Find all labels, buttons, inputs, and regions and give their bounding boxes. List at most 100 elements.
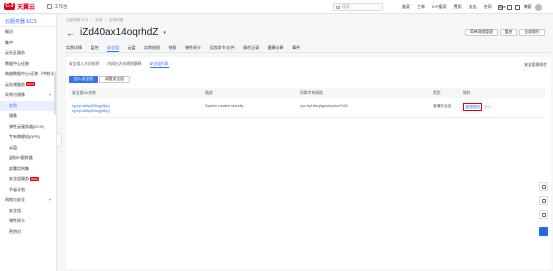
brand-logo[interactable]: C-3 天翼云 [4,2,35,12]
table-row: sg-bp1abfqd93eqjpf8yrj sg-bp1abfqd93eqjp… [69,100,545,118]
tab[interactable]: 弹性网卡 [185,44,201,52]
sidebar-item-label: 专有物理机(DPS) [9,134,40,139]
sidebar-item[interactable]: 云盘 [0,143,56,154]
sub-tabs: 安全组入方向规则 内网出方向规则解释 安全组列表 [69,61,177,68]
rule-link[interactable]: 安全组规则栏 [524,63,547,68]
tab[interactable]: 事件 [292,44,300,52]
sidebar-item[interactable]: 专有物理机(DPS) [0,132,56,143]
sidebar-group[interactable]: 实例与镜像 ▾ [0,90,56,101]
workspace-link[interactable]: 工作台 [47,4,68,10]
type-cell: 普通安全组 [433,104,451,108]
back-arrow-icon[interactable]: ← [66,28,75,38]
sidebar-item-label: 跨越数据中心/迁移（中航卡） [5,71,56,76]
sidebar-item[interactable]: 跨越数据中心/迁移（中航卡） [0,69,56,80]
sidebar-group[interactable]: 网络与安全 ▾ [0,195,56,206]
sub-tab[interactable]: 安全组列表 [149,61,169,68]
top-icons: 博客 [498,3,542,11]
sidebar-item-label: 实例与镜像 [5,92,25,97]
feedback-icon[interactable] [539,210,548,219]
description-cell: System created security... [205,104,247,108]
sidebar-item[interactable]: 密钥对 [0,227,56,238]
sidebar-item[interactable]: 云社区服务 [0,48,56,59]
sidebar-list: 概况 集中云社区服务数据中心迁移 跨越数据中心/迁移（中航卡） 云存储服务 NEW 实例与… [0,27,56,237]
sidebar-item[interactable]: 实例 [0,100,56,111]
sidebar-item-label: 实例 [9,102,17,108]
sidebar-item[interactable]: 镜像 [0,111,56,122]
breadcrumb-item[interactable]: 实例 [95,18,102,22]
avatar[interactable] [534,3,542,11]
user-name[interactable]: 博客 [524,4,532,10]
sidebar-item[interactable]: 节省计划 [0,185,56,196]
network-manage-button[interactable]: 简单网络管理 [465,29,498,36]
chat-glyph [542,199,546,203]
tab[interactable]: 实例快照 [144,44,160,52]
sidebar-item-label: 镜像 [9,113,17,118]
sub-tab[interactable]: 安全组入方向规则 [69,61,99,68]
top-link-5[interactable]: 合同 [484,4,492,10]
manage-rules-button[interactable]: 管理规则 [463,103,483,111]
workspace-label: 工作台 [54,3,68,9]
phone-icon[interactable] [539,182,548,191]
top-link-2[interactable]: ICP备案 [432,4,447,10]
sidebar-item[interactable]: 数据中心迁移 [0,59,56,70]
global-search-input[interactable]: 搜索 [333,3,383,11]
top-link-0[interactable]: 备案 [402,4,410,10]
sidebar-item[interactable]: 集中 [0,38,56,49]
tab[interactable]: 快照 [169,44,177,52]
sidebar-item-label: 弹性云服务器(ECS) [9,123,44,129]
tab[interactable]: 健康诊断 [268,44,284,52]
help-icon[interactable] [506,4,512,10]
column-header-type: 类型 [433,91,441,95]
sidebar-item-label: 弹性网卡 [9,218,25,223]
chat-icon[interactable] [539,196,548,205]
sidebar-item[interactable]: 部署实例集 [0,164,56,175]
settings-icon[interactable] [515,4,520,10]
security-group-name: sg-bp1abfqd93eqjpf8yrj [72,108,110,113]
top-navigation-bar: C-3 天翼云 工作台 搜索 备案 工单 ICP备案 费用 支出 合同 Ape … [0,0,553,14]
sidebar-item-label: 云社区服务 [5,50,25,55]
top-link-4[interactable]: 支出 [469,4,477,10]
sub-tab[interactable]: 内网出方向规则解释 [107,61,141,68]
sidebar-item[interactable]: 弹性网卡 [0,216,56,227]
tab[interactable]: 远程命令/文件 [210,44,235,52]
tab[interactable]: 实例详情 [66,44,82,52]
workspace-icon [47,4,53,9]
sidebar-item[interactable]: 弹性云服务器(ECS) [0,122,56,133]
sidebar-item-label: 节省计划 [9,186,25,192]
breadcrumb-item[interactable]: 云服务器 ECS [66,18,88,22]
column-header-id: 安全组ID/名称 [72,91,96,95]
breadcrumb-item: 实例详情 [109,18,124,22]
sidebar-item[interactable]: 安全组服务 NEW [0,174,56,185]
column-header-vpc: 所属专有网络 [300,91,323,95]
sidebar-title: 云服务器 ECS [0,15,56,27]
breadcrumb-separator: / [105,18,107,22]
breadcrumb-separator: / [91,18,93,22]
sidebar-scrollbar[interactable] [54,75,56,115]
chevron-down-icon[interactable]: ▾ [163,30,166,36]
top-link-1[interactable]: 工单 [417,4,425,10]
tab[interactable]: 安全组 [107,44,119,52]
floating-toolbar [539,182,549,236]
detail-tabs: 实例详情 监控 安全组 云盘 实例快照 快照 弹性网卡 远程命令/文件 操作记录 健康诊断 事件 [66,44,551,53]
tab[interactable]: 监控 [91,44,99,52]
page-title: iZd40ax14oqrhdZ [80,27,159,38]
sidebar-item-label: 集中 [5,39,13,45]
all-actions-button[interactable]: 全部操作 [519,29,545,36]
adjust-security-group-button[interactable]: 调整安全组 [99,76,130,83]
restart-button[interactable]: 重启 [499,29,518,36]
tab[interactable]: 操作记录 [243,44,259,52]
tab[interactable]: 云盘 [128,44,136,52]
sidebar-collapse-button[interactable]: ‹ [57,133,62,147]
sidebar-item[interactable]: 安全组 [0,206,56,217]
phone-glyph [542,185,546,189]
join-security-group-button[interactable]: 加入安全组 [69,76,98,83]
sidebar: 云服务器 ECS 概况 集中云社区服务数据中心迁移 跨越数据中心/迁移（中航卡） 云存… [0,15,57,271]
sidebar-item[interactable]: 云存储服务 NEW [0,80,56,91]
sidebar-item[interactable]: 概况 [0,27,56,38]
top-link-3[interactable]: 费用 [454,4,462,10]
sidebar-item[interactable]: 虚拟IP跟踪器 [0,153,56,164]
bell-icon[interactable] [498,4,503,10]
logo-text: 天翼云 [17,5,36,11]
remove-link[interactable]: 移出 [484,105,491,109]
assistant-button[interactable] [539,227,548,236]
